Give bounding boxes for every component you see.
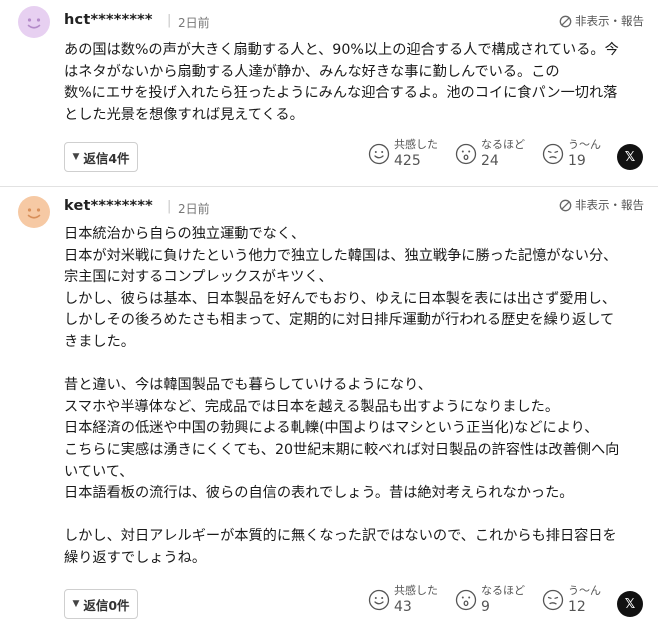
reaction-count: 43 (394, 599, 412, 615)
hide-report-label: 非表示・報告 (575, 14, 644, 28)
reply-label: 返信4件 (83, 150, 130, 166)
reaction-label: 共感した (394, 584, 438, 597)
reaction-empathy-button[interactable]: 共感した 43 (368, 584, 438, 616)
x-share-button[interactable]: 𝕏 (617, 591, 643, 617)
comment-line: スマホや半導体など、完成品では日本を越える製品も出すようになりました。 (64, 398, 560, 415)
comment-line: しかしその後ろめたさも相まって、定期的に対日排斥運動が行われる歴史を繰り返して (64, 312, 615, 329)
reaction-count: 9 (481, 599, 490, 615)
reaction-empathy-button[interactable]: 共感した 425 (368, 138, 438, 170)
reaction-insight-button[interactable]: なるほど 9 (455, 584, 525, 616)
reply-button[interactable]: ▼ 返信4件 (64, 142, 138, 172)
x-logo-icon: 𝕏 (624, 149, 636, 165)
comment-line: いていて、 (64, 463, 134, 480)
comment-line: 数%にエサを投げ入れたら狂ったようにみんな迎合するよ。池のコイに食パン一切れ落 (64, 85, 618, 102)
hide-report-link[interactable]: 非表示・報告 (559, 13, 644, 29)
post-date: 2日前 (178, 16, 210, 30)
hide-report-icon (559, 15, 572, 27)
hide-report-link[interactable]: 非表示・報告 (559, 197, 644, 213)
comment-line: 繰り返すでしょうね。 (64, 549, 207, 566)
avatar[interactable] (18, 6, 50, 38)
chevron-down-icon: ▼ (72, 152, 80, 162)
reaction-count: 425 (394, 153, 421, 169)
comment-line (64, 354, 644, 376)
comment-line: 日本統治から自らの独立運動でなく、 (64, 226, 306, 242)
reaction-count: 24 (481, 153, 499, 169)
comment-body: 日本統治から自らの独立運動でなく、 日本が対米戦に負けたという他力で独立した韓国… (64, 224, 644, 570)
hide-report-label: 非表示・報告 (575, 198, 644, 212)
comment-line: しかし、彼らは基本、日本製品を好んでもおり、ゆえに日本製を表には出さず愛用し、 (64, 290, 617, 307)
divider: | (167, 13, 172, 28)
reaction-hmm-button[interactable]: う〜ん 12 (542, 584, 601, 616)
reply-button[interactable]: ▼ 返信0件 (64, 589, 138, 619)
thinking-face-icon (542, 589, 564, 611)
chevron-down-icon: ▼ (72, 599, 80, 609)
surprised-face-icon (455, 589, 477, 611)
smile-face-icon (368, 143, 390, 165)
reaction-hmm-button[interactable]: う〜ん 19 (542, 138, 601, 170)
comment-body: あの国は数%の声が大きく扇動する人と、90%以上の迎合する人で構成されている。今… (64, 40, 644, 126)
comment-line: あの国は数%の声が大きく扇動する人と、90%以上の迎合する人で構成されている。今 (64, 42, 619, 58)
reaction-label: う〜ん (568, 584, 601, 597)
reaction-insight-button[interactable]: なるほど 24 (455, 138, 525, 170)
reaction-count: 19 (568, 153, 586, 169)
thinking-face-icon (542, 143, 564, 165)
smile-face-icon (368, 589, 390, 611)
reply-label: 返信0件 (83, 597, 130, 613)
reaction-label: 共感した (394, 138, 438, 151)
username[interactable]: hct******** (64, 12, 153, 28)
comment-line: 宗主国に対するコンプレックスがキツく、 (64, 269, 333, 286)
comment-line: とした光景を想像すれば見えてくる。 (64, 106, 304, 123)
reaction-label: なるほど (481, 584, 525, 597)
comment-line: 日本が対米戦に負けたという他力で独立した韓国は、独立戦争に勝った記憶がない分、 (64, 247, 618, 264)
comment-line: しかし、対日アレルギーが本質的に無くなった訳ではないので、これからも排日容日を (64, 528, 617, 545)
comment-line: 昔と違い、今は韓国製品でも暮らしていけるようになり、 (64, 377, 432, 394)
post-date: 2日前 (178, 202, 210, 216)
comment-line: きました。 (64, 333, 135, 350)
hide-report-icon (559, 199, 572, 211)
comment-line: はネタがないから扇動する人達が静か、みんな好きな事に勤しんでいる。この (64, 63, 560, 80)
reaction-label: う〜ん (568, 138, 601, 151)
comment-line: こちらに実感は湧きにくくても、20世紀末期に較べれば対日製品の許容性は改善側へ向 (64, 441, 620, 458)
divider: | (167, 199, 172, 214)
x-share-button[interactable]: 𝕏 (617, 144, 643, 170)
reaction-label: なるほど (481, 138, 525, 151)
x-logo-icon: 𝕏 (624, 596, 636, 612)
comment-line (64, 505, 644, 527)
comment-line: 日本経済の低迷や中国の勃興による軋轢(中国よりはマシという正当化)などにより、 (64, 420, 599, 437)
comment-item: hct******** | 2日前 非表示・報告 あの国は数%の声が大きく扇動す… (0, 0, 658, 187)
username[interactable]: ket******** (64, 198, 153, 214)
avatar[interactable] (18, 196, 50, 228)
surprised-face-icon (455, 143, 477, 165)
comment-item: ket******** | 2日前 非表示・報告 日本統治から自らの独立運動でな… (0, 186, 658, 628)
comment-line: 日本語看板の流行は、彼らの自信の表れでしょう。昔は絶対考えられなかった。 (64, 485, 574, 502)
reaction-count: 12 (568, 599, 586, 615)
